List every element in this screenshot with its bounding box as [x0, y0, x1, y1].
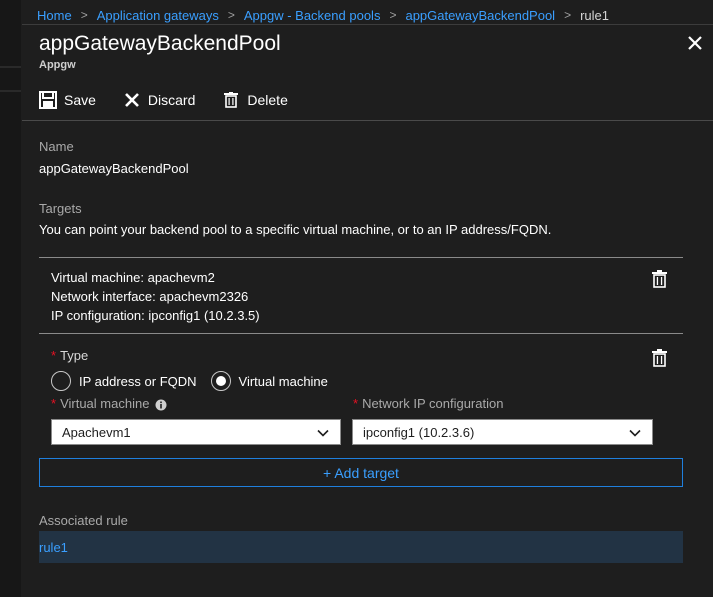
- close-icon: [688, 36, 702, 50]
- required-marker: *: [353, 396, 359, 411]
- page-subtitle: Appgw: [39, 59, 76, 71]
- target-divider: [39, 333, 683, 334]
- save-icon: [38, 90, 58, 110]
- breadcrumb-application-gateways[interactable]: Application gateways: [97, 8, 219, 23]
- breadcrumb-separator: >: [564, 8, 572, 22]
- breadcrumb-separator: >: [389, 8, 397, 22]
- trash-icon: [651, 270, 667, 288]
- delete-label: Delete: [247, 92, 288, 108]
- page-title: appGatewayBackendPool: [39, 32, 281, 55]
- add-target-button[interactable]: + Add target: [39, 458, 683, 487]
- existing-target-ipconfig: IP configuration: ipconfig1 (10.2.3.5): [51, 308, 260, 323]
- save-button[interactable]: Save: [38, 90, 96, 110]
- left-strip-divider: [0, 90, 21, 92]
- targets-label: Targets: [39, 201, 82, 216]
- existing-target-vm: Virtual machine: apachevm2: [51, 270, 215, 285]
- required-marker: *: [51, 396, 57, 411]
- discard-x-icon: [122, 90, 142, 110]
- ipconfig-select-value: ipconfig1 (10.2.3.6): [363, 424, 475, 440]
- radio-circle-selected: [210, 371, 231, 391]
- radio-virtual-machine-label: Virtual machine: [238, 373, 328, 389]
- radio-virtual-machine[interactable]: Virtual machine: [210, 371, 328, 391]
- breadcrumb-separator: >: [80, 8, 88, 22]
- type-radio-group: IP address or FQDN Virtual machine: [51, 371, 342, 391]
- associated-rule-label: Associated rule: [39, 513, 128, 528]
- radio-ip-address[interactable]: IP address or FQDN: [51, 371, 197, 391]
- required-marker: *: [51, 348, 57, 363]
- discard-button[interactable]: Discard: [122, 90, 195, 110]
- toolbar: Save Discard Delete: [38, 88, 314, 112]
- target-divider: [39, 257, 683, 258]
- ipconfig-label-row: * Network IP configuration: [353, 396, 503, 411]
- chevron-down-icon: [629, 429, 641, 437]
- associated-rule-row: rule1: [39, 531, 683, 563]
- breadcrumb: Home > Application gateways > Appgw - Ba…: [37, 5, 609, 25]
- ipconfig-select[interactable]: ipconfig1 (10.2.3.6): [352, 419, 653, 445]
- name-label: Name: [39, 139, 74, 154]
- discard-label: Discard: [147, 92, 196, 108]
- delete-new-target-button[interactable]: [649, 347, 669, 369]
- header-divider: [22, 24, 713, 25]
- ipconfig-label: Network IP configuration: [362, 396, 504, 411]
- radio-circle: [51, 371, 71, 391]
- breadcrumb-separator: >: [227, 8, 235, 22]
- existing-target-nic: Network interface: apachevm2326: [51, 289, 249, 304]
- chevron-down-icon: [317, 429, 329, 437]
- delete-target-button[interactable]: [649, 268, 669, 290]
- toolbar-divider: [22, 120, 713, 121]
- info-icon[interactable]: [155, 399, 167, 411]
- type-label-row: * Type: [51, 348, 88, 363]
- breadcrumb-backend-pools[interactable]: Appgw - Backend pools: [244, 8, 381, 23]
- radio-ip-address-label: IP address or FQDN: [79, 373, 197, 389]
- breadcrumb-backend-pool[interactable]: appGatewayBackendPool: [405, 8, 555, 23]
- name-value: appGatewayBackendPool: [39, 161, 189, 176]
- associated-rule-link[interactable]: rule1: [39, 540, 68, 555]
- breadcrumb-current: rule1: [580, 7, 610, 23]
- close-button[interactable]: [684, 32, 706, 54]
- vm-select[interactable]: Apachevm1: [51, 419, 341, 445]
- targets-description: You can point your backend pool to a spe…: [39, 222, 552, 237]
- vm-select-value: Apachevm1: [62, 424, 131, 440]
- type-label: Type: [60, 348, 89, 363]
- breadcrumb-home[interactable]: Home: [37, 8, 72, 23]
- trash-icon: [221, 90, 241, 110]
- delete-button[interactable]: Delete: [221, 90, 288, 110]
- save-label: Save: [64, 92, 96, 108]
- vm-label: Virtual machine: [60, 396, 150, 411]
- left-strip-divider: [0, 66, 21, 68]
- vm-label-row: * Virtual machine: [51, 396, 167, 411]
- trash-icon: [651, 349, 667, 367]
- left-strip: [0, 0, 21, 597]
